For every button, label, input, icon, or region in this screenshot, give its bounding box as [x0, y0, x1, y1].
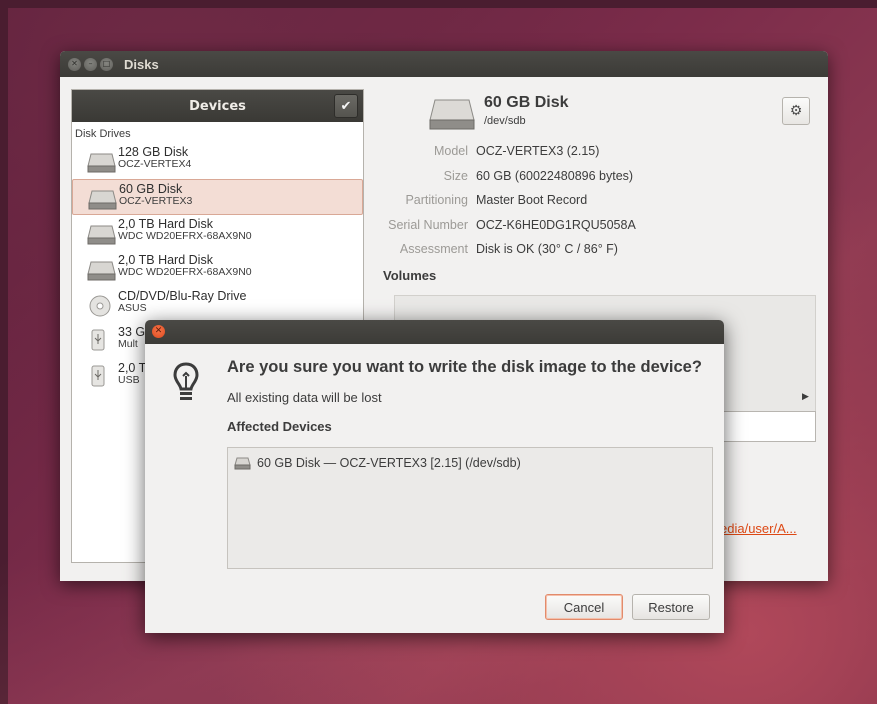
- property-key: Assessment: [399, 242, 468, 257]
- hard-disk-icon: [87, 261, 116, 281]
- property-row: Model OCZ-VERTEX3 (2.15): [376, 139, 796, 164]
- lightbulb-icon: [173, 362, 199, 400]
- affected-devices-label: Affected Devices: [227, 419, 332, 434]
- scroll-right-arrow-icon[interactable]: ▶: [802, 392, 809, 402]
- hard-disk-icon: [234, 457, 251, 470]
- disk-title: 60 GB Disk: [484, 94, 569, 111]
- property-key: Size: [443, 168, 468, 183]
- dialog-heading: Are you sure you want to write the disk …: [227, 358, 702, 376]
- affected-device-text: 60 GB Disk — OCZ-VERTEX3 [2.15] (/dev/sd…: [257, 456, 521, 470]
- restore-button[interactable]: Restore: [632, 594, 710, 620]
- drive-name: 2,0 TB Hard Disk: [118, 253, 213, 267]
- disk-device-path: /dev/sdb: [484, 115, 526, 127]
- sidebar-item-drive-selected[interactable]: 60 GB Disk OCZ-VERTEX3: [72, 179, 363, 215]
- confirm-restore-dialog: ✕ Are you sure you want to write the dis…: [145, 320, 724, 633]
- select-mode-check-icon[interactable]: ✔: [334, 94, 358, 118]
- cancel-button[interactable]: Cancel: [545, 594, 623, 620]
- usb-drive-icon: [91, 329, 105, 351]
- property-row: Assessment Disk is OK (30° C / 86° F): [376, 237, 796, 262]
- dialog-subtext: All existing data will be lost: [227, 390, 382, 405]
- dialog-titlebar[interactable]: ✕: [145, 320, 724, 344]
- volumes-heading: Volumes: [383, 268, 437, 283]
- close-window-icon[interactable]: ✕: [68, 57, 81, 71]
- window-titlebar[interactable]: ✕ – □ Disks: [60, 51, 828, 77]
- hard-disk-icon: [87, 225, 116, 245]
- drive-model: OCZ-VERTEX4: [118, 158, 192, 170]
- disk-drives-section-label: Disk Drives: [75, 128, 131, 140]
- drive-model: ASUS: [118, 302, 147, 314]
- hard-disk-icon: [88, 190, 117, 210]
- list-item: 60 GB Disk — OCZ-VERTEX3 [2.15] (/dev/sd…: [234, 456, 521, 470]
- property-key: Serial Number: [388, 217, 468, 232]
- drive-model: OCZ-VERTEX3: [119, 195, 193, 207]
- property-key: Model: [433, 144, 468, 159]
- desktop-frame-top: [0, 0, 877, 8]
- window-title: Disks: [124, 56, 159, 72]
- drive-model: WDC WD20EFRX-68AX9N0: [118, 230, 252, 242]
- affected-devices-list: 60 GB Disk — OCZ-VERTEX3 [2.15] (/dev/sd…: [227, 447, 713, 569]
- disk-properties: Model OCZ-VERTEX3 (2.15) Size 60 GB (600…: [376, 139, 796, 262]
- property-value: Master Boot Record: [476, 193, 588, 208]
- drive-name: 2,0 TB Hard Disk: [118, 217, 213, 231]
- property-row: Size 60 GB (60022480896 bytes): [376, 164, 796, 189]
- property-value: OCZ-VERTEX3 (2.15): [476, 144, 600, 159]
- sidebar-item-drive[interactable]: 2,0 TB Hard Disk WDC WD20EFRX-68AX9N0: [72, 215, 363, 251]
- property-row: Serial Number OCZ-K6HE0DG1RQU5058A: [376, 213, 796, 238]
- close-dialog-icon[interactable]: ✕: [152, 325, 165, 338]
- sidebar-header-label: Devices: [189, 98, 246, 114]
- sidebar-header: Devices ✔: [72, 90, 363, 122]
- drive-name: 60 GB Disk: [119, 182, 183, 196]
- sidebar-item-drive[interactable]: CD/DVD/Blu-Ray Drive ASUS: [72, 287, 363, 323]
- property-value: 60 GB (60022480896 bytes): [476, 168, 634, 183]
- property-value: OCZ-K6HE0DG1RQU5058A: [476, 217, 636, 232]
- optical-drive-icon: [89, 295, 111, 317]
- minimize-window-icon[interactable]: –: [84, 57, 97, 71]
- drive-model: WDC WD20EFRX-68AX9N0: [118, 266, 252, 278]
- maximize-window-icon[interactable]: □: [100, 57, 113, 71]
- hard-disk-icon: [429, 99, 475, 130]
- property-key: Partitioning: [405, 193, 468, 208]
- sidebar-item-drive[interactable]: 128 GB Disk OCZ-VERTEX4: [72, 143, 363, 179]
- sidebar-item-drive[interactable]: 2,0 TB Hard Disk WDC WD20EFRX-68AX9N0: [72, 251, 363, 287]
- drive-name: CD/DVD/Blu-Ray Drive: [118, 289, 247, 303]
- property-value: Disk is OK (30° C / 86° F): [476, 242, 618, 257]
- mount-point-link[interactable]: edia/user/A...: [720, 521, 797, 536]
- drive-name: 128 GB Disk: [118, 145, 189, 159]
- property-row: Partitioning Master Boot Record: [376, 188, 796, 213]
- hard-disk-icon: [87, 153, 116, 173]
- usb-drive-icon: [91, 365, 105, 387]
- drive-options-gear-icon[interactable]: ⚙: [782, 97, 810, 125]
